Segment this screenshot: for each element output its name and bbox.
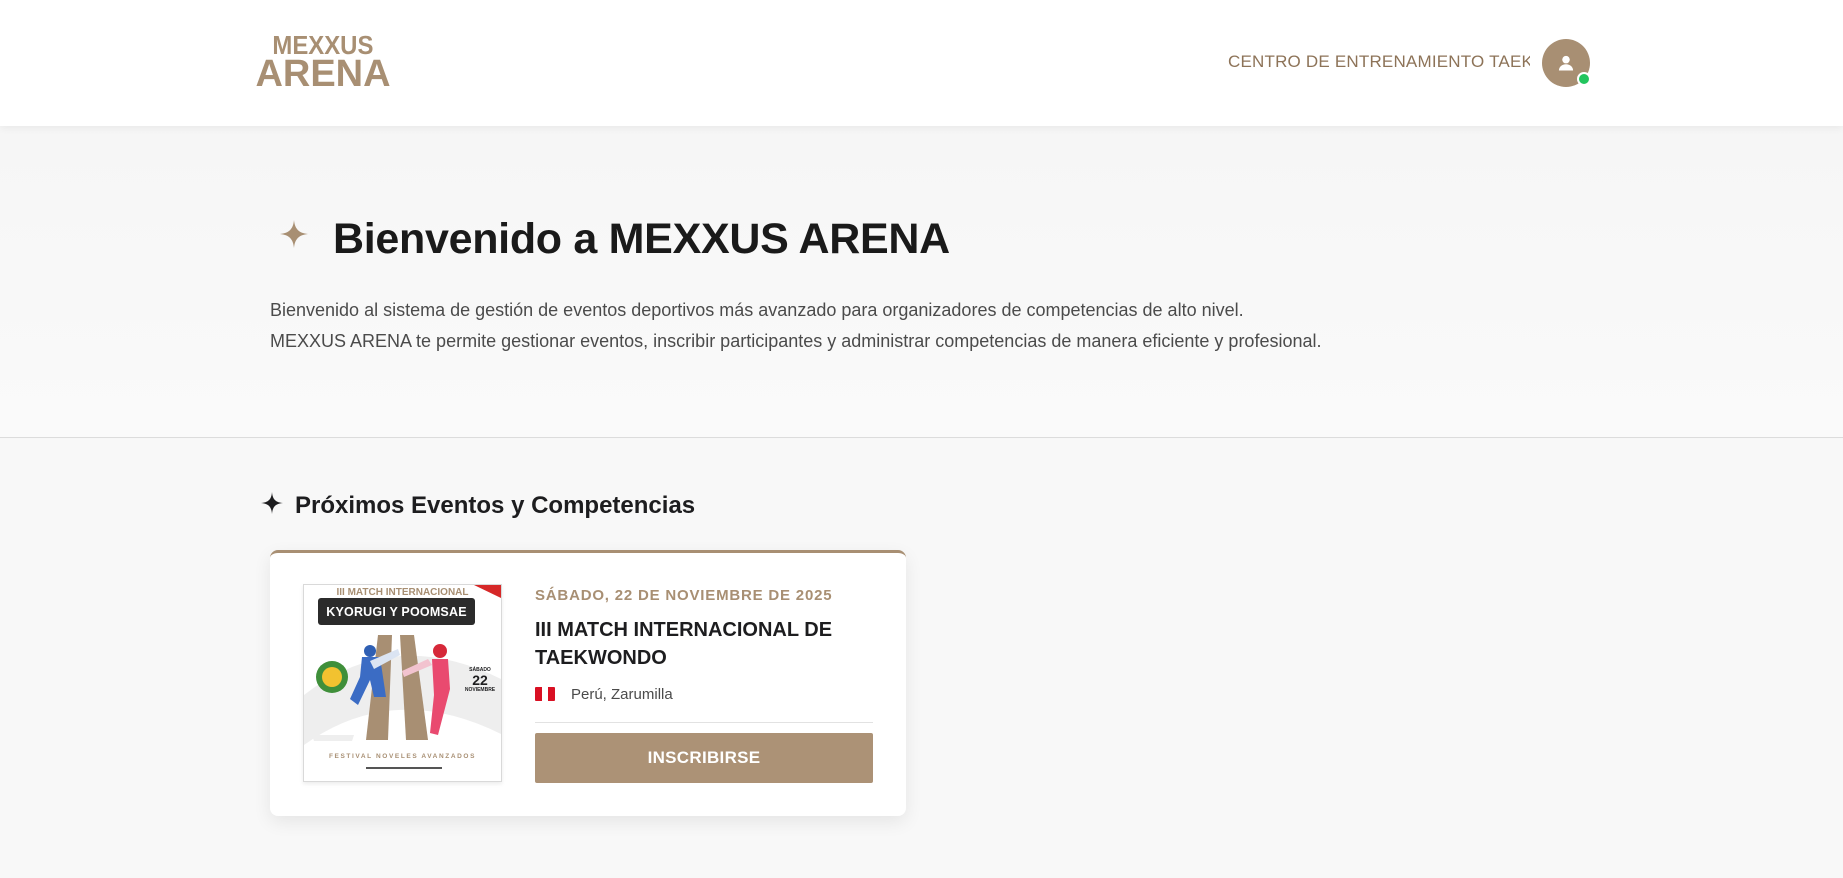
user-icon [1558,55,1574,71]
sparkle-icon [261,492,283,514]
sparkle-icon [280,220,308,248]
poster-date: SÁBADO 22 NOVIEMBRE [463,667,497,701]
event-title[interactable]: III MATCH INTERNACIONAL DE TAEKWONDO [535,616,875,672]
poster-date-day: 22 [472,672,488,688]
hero-description-line-1: Bienvenido al sistema de gestión de even… [270,300,1244,320]
card-divider [535,722,873,723]
welcome-hero [0,126,1843,438]
page-title: Bienvenido a MEXXUS ARENA [333,215,950,263]
event-category-badge: KYORUGI Y POOMSAE [318,598,475,625]
hero-description-line-2: MEXXUS ARENA te permite gestionar evento… [270,331,1322,351]
mexxus-arena-logo[interactable]: MEXXUS ARENA [255,32,390,94]
online-status-dot [1577,72,1591,86]
peru-flag-icon [535,687,555,701]
event-location: Perú, Zarumilla [571,686,673,703]
logo-line-2: ARENA [255,53,391,96]
event-date: SÁBADO, 22 DE NOVIEMBRE DE 2025 [535,587,833,604]
event-poster-image[interactable]: III MATCH INTERNACIONAL KYORUGI Y POOMSA… [303,584,502,782]
register-button[interactable]: INSCRIBIRSE [535,733,873,783]
poster-date-month: NOVIEMBRE [464,687,496,693]
top-header: MEXXUS ARENA CENTRO DE ENTRENAMIENTO TAE… [0,0,1843,126]
poster-headline: III MATCH INTERNACIONAL [336,587,469,598]
user-center-name[interactable]: CENTRO DE ENTRENAMIENTO TAEKWONDO [1228,52,1530,74]
poster-festival-text: FESTIVAL NOVELES AVANZADOS [328,753,477,760]
section-title: Próximos Eventos y Competencias [295,492,696,519]
user-avatar-button[interactable] [1542,39,1591,87]
